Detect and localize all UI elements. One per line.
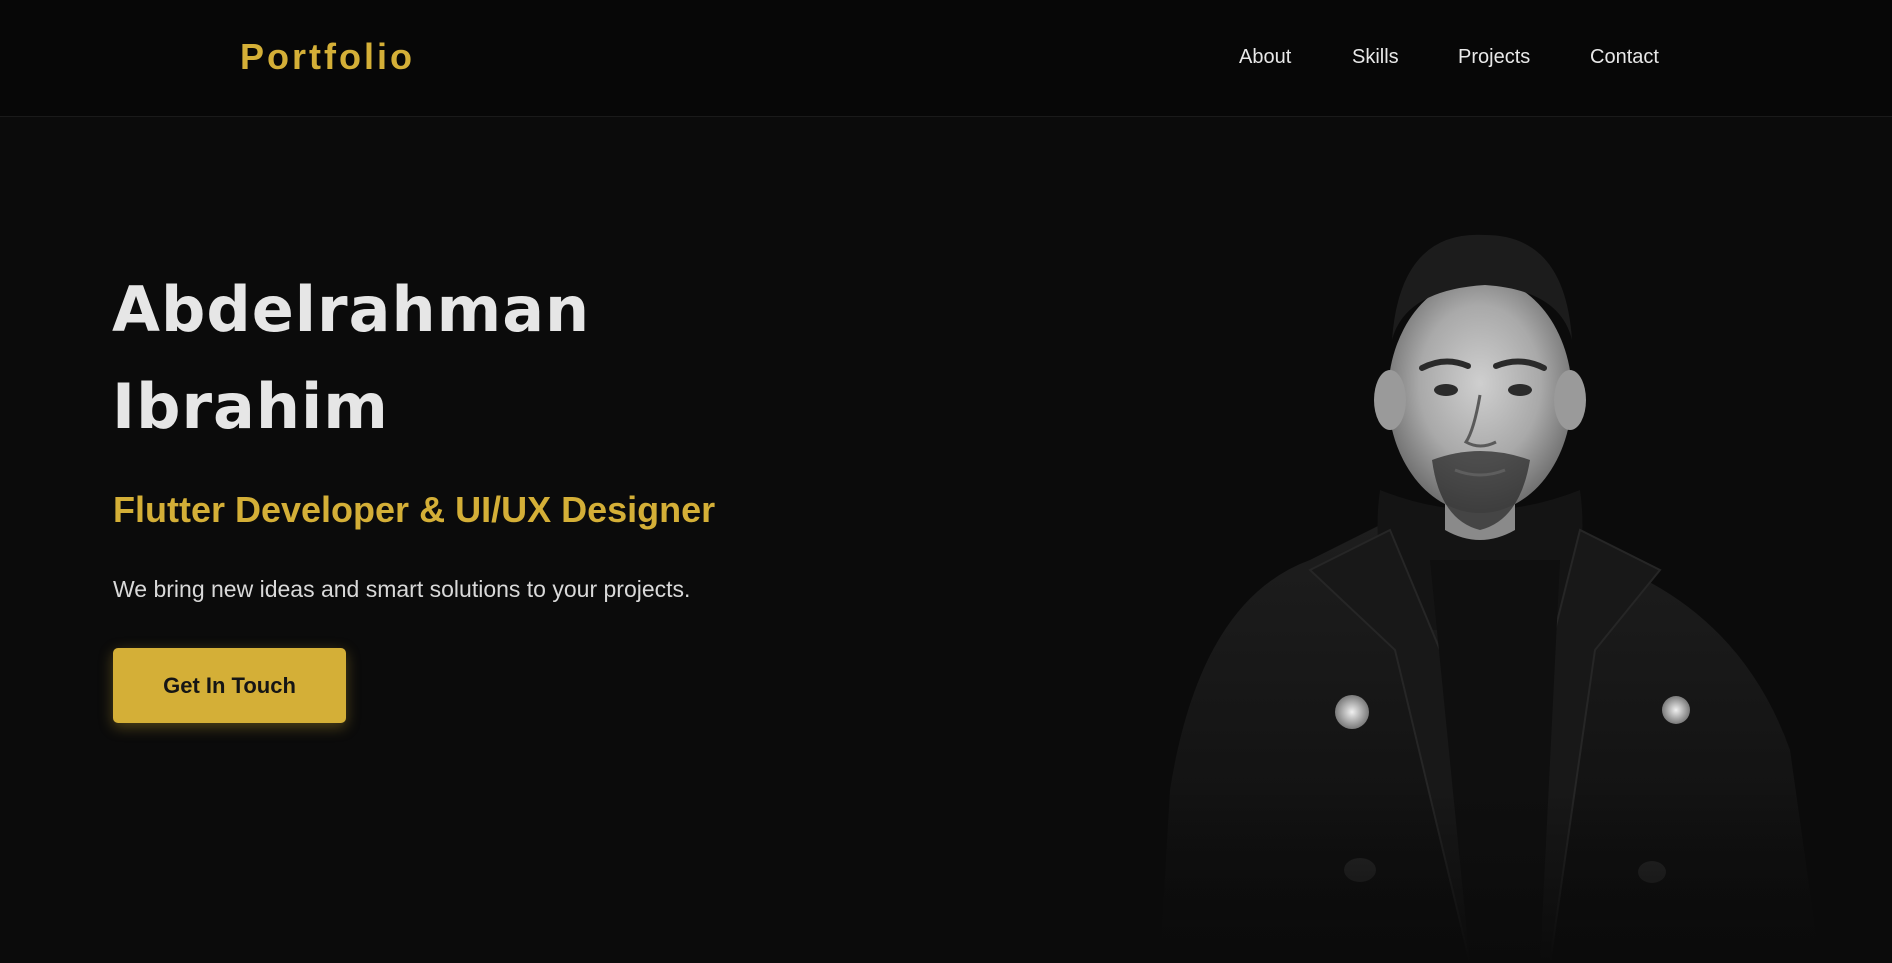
- hero-name-first: Abdelrahman: [112, 273, 591, 346]
- nav-contact-link[interactable]: Contact: [1590, 46, 1659, 68]
- portfolio-page: Portfolio About Skills Projects Contact …: [0, 0, 1892, 963]
- hero-tagline: We bring new ideas and smart solutions t…: [113, 576, 691, 602]
- get-in-touch-button[interactable]: Get In Touch: [113, 648, 346, 723]
- brand-logo[interactable]: Portfolio: [240, 36, 415, 78]
- navbar: Portfolio About Skills Projects Contact: [0, 0, 1892, 117]
- hero-subtitle: Flutter Developer & UI/UX Designer: [113, 489, 716, 530]
- profile-portrait: [1140, 230, 1840, 963]
- hero-name-last: Ibrahim: [112, 370, 389, 443]
- nav-skills-link[interactable]: Skills: [1352, 46, 1399, 68]
- nav-about-link[interactable]: About: [1239, 46, 1291, 68]
- nav-projects-link[interactable]: Projects: [1458, 46, 1530, 68]
- portrait-image: [1140, 234, 1840, 963]
